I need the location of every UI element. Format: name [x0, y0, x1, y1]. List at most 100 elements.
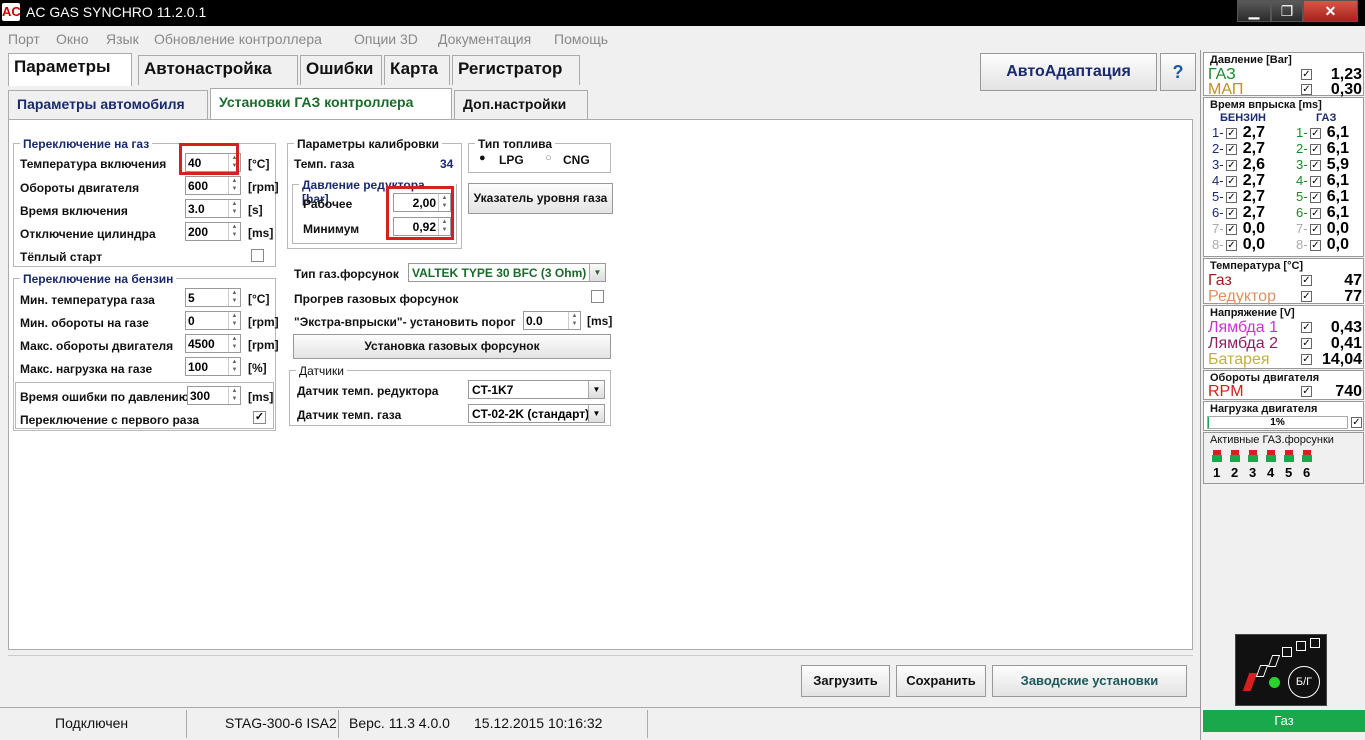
- gas-injector-checkbox[interactable]: ✓: [1310, 240, 1321, 252]
- pressure-error-time-input[interactable]: 300 ▲ ▼: [187, 386, 241, 405]
- tab-map[interactable]: Карта: [384, 55, 450, 85]
- load-button[interactable]: Загрузить: [801, 665, 890, 697]
- switch-time-input[interactable]: 3.0 ▲ ▼: [185, 199, 241, 218]
- info-button[interactable]: ?: [1160, 53, 1196, 91]
- tab-parameters[interactable]: Параметры: [8, 53, 132, 86]
- rpm-checkbox[interactable]: ✓: [1301, 386, 1312, 397]
- unit-ms: [ms]: [248, 390, 274, 404]
- injector-number: 7-: [1212, 221, 1224, 236]
- lambda1-checkbox[interactable]: ✓: [1301, 322, 1312, 333]
- tab-recorder[interactable]: Регистратор: [452, 55, 580, 85]
- petrol-injector-checkbox[interactable]: ✓: [1226, 208, 1237, 220]
- tab-extra-settings[interactable]: Доп.настройки: [454, 90, 588, 120]
- injector-type-select[interactable]: VALTEK TYPE 30 BFC (3 Ohm) ▼: [408, 263, 606, 282]
- petrol-injector-2: 2- ✓ 2,7: [1212, 140, 1292, 157]
- battery-label: Батарея: [1208, 351, 1270, 368]
- petrol-injector-value: 2,7: [1242, 140, 1265, 157]
- petrol-injector-checkbox[interactable]: ✓: [1226, 176, 1237, 188]
- factory-settings-button[interactable]: Заводские установки: [992, 665, 1187, 697]
- petrol-injector-checkbox[interactable]: ✓: [1226, 192, 1237, 204]
- gas-injector-checkbox[interactable]: ✓: [1310, 224, 1321, 236]
- petrol-injector-checkbox[interactable]: ✓: [1226, 240, 1237, 252]
- battery-checkbox[interactable]: ✓: [1301, 354, 1312, 365]
- label-switch-time: Время включения: [20, 204, 128, 218]
- injector-number: 3-: [1212, 157, 1224, 172]
- petrol-injector-value: 2,7: [1242, 204, 1265, 221]
- menu-options-3d[interactable]: Опции 3D: [354, 31, 418, 47]
- menu-language[interactable]: Язык: [106, 31, 139, 47]
- gas-temp-checkbox[interactable]: ✓: [1301, 275, 1312, 286]
- menu-port[interactable]: Порт: [8, 31, 40, 47]
- reducer-sensor-select[interactable]: CT-1K7 ▼: [468, 380, 605, 399]
- maximize-button[interactable]: ❐: [1271, 0, 1303, 22]
- tab-vehicle-params[interactable]: Параметры автомобиля: [8, 90, 208, 120]
- voltage-title: Напряжение [V]: [1210, 307, 1295, 319]
- map-pressure-label: МАП: [1208, 81, 1244, 98]
- tab-autotune[interactable]: Автонастройка: [138, 55, 298, 85]
- gas-injector-checkbox[interactable]: ✓: [1310, 192, 1321, 204]
- first-time-switch-checkbox[interactable]: ✓: [253, 411, 266, 424]
- menu-documentation[interactable]: Документация: [438, 31, 531, 47]
- petrol-injector-checkbox[interactable]: ✓: [1226, 144, 1237, 156]
- engine-load-box: Нагрузка двигателя 1% ✓: [1203, 401, 1364, 431]
- label-min-rpm-gas: Мин. обороты на газе: [20, 316, 149, 330]
- petrol-injector-checkbox[interactable]: ✓: [1226, 160, 1237, 172]
- label-injector-type: Тип газ.форсунок: [294, 267, 399, 281]
- label-min-gas-temp: Мин. температура газа: [20, 293, 155, 307]
- menu-window[interactable]: Окно: [56, 31, 89, 47]
- gas-injector-6: 6- ✓ 6,1: [1296, 205, 1364, 221]
- min-rpm-gas-input[interactable]: 0 ▲ ▼: [185, 311, 241, 330]
- injector-heating-checkbox[interactable]: [591, 290, 604, 303]
- map-pressure-checkbox[interactable]: ✓: [1301, 84, 1312, 95]
- menu-help[interactable]: Помощь: [554, 31, 608, 47]
- gas-injector-value: 0,0: [1326, 220, 1349, 237]
- gas-injector-checkbox[interactable]: ✓: [1310, 176, 1321, 188]
- min-gas-temp-input[interactable]: 5 ▲ ▼: [185, 288, 241, 307]
- pressure-box: Давление [Bar] ГАЗ ✓ 1,23 МАП ✓ 0,30: [1203, 52, 1364, 98]
- warm-start-checkbox[interactable]: [251, 249, 264, 262]
- max-load-gas-input[interactable]: 100 ▲ ▼: [185, 357, 241, 376]
- tab-errors[interactable]: Ошибки: [300, 55, 382, 85]
- petrol-injector-1: 1- ✓ 2,7: [1212, 125, 1292, 141]
- extra-injections-input[interactable]: 0.0 ▲ ▼: [523, 311, 581, 330]
- close-button[interactable]: ✕: [1303, 0, 1358, 22]
- engine-load-checkbox[interactable]: ✓: [1351, 417, 1362, 428]
- cylinder-off-input[interactable]: 200 ▲ ▼: [185, 222, 241, 241]
- unit-rpm: [rpm]: [248, 180, 279, 194]
- injector-number: 2-: [1212, 141, 1224, 156]
- gas-level-indicator-button[interactable]: Указатель уровня газа: [468, 183, 613, 214]
- highlight-box: [386, 186, 454, 240]
- rpm-label: RPM: [1208, 383, 1244, 400]
- injector-number: 4-: [1212, 173, 1224, 188]
- radio-cng-icon[interactable]: ○: [545, 152, 552, 164]
- engine-rpm-input[interactable]: 600 ▲ ▼: [185, 176, 241, 195]
- menu-bar: Порт Окно Язык Обновление контроллера Оп…: [0, 28, 1200, 50]
- gas-sensor-select[interactable]: CT-02-2K (стандарт) ▼: [468, 404, 605, 423]
- gas-petrol-switch[interactable]: Б/Г: [1235, 634, 1327, 706]
- max-engine-rpm-input[interactable]: 4500 ▲ ▼: [185, 334, 241, 353]
- petrol-injector-checkbox[interactable]: ✓: [1226, 128, 1237, 140]
- gas-injector-value: 0,0: [1326, 236, 1349, 253]
- label-cylinder-off: Отключение цилиндра: [20, 227, 156, 241]
- save-button[interactable]: Сохранить: [896, 665, 986, 697]
- menu-update-controller[interactable]: Обновление контроллера: [154, 31, 322, 47]
- auto-adaptation-button[interactable]: АвтоАдаптация: [980, 53, 1157, 91]
- petrol-injector-value: 2,7: [1242, 172, 1265, 189]
- rpm-value: 740: [1335, 383, 1362, 400]
- gas-injector-checkbox[interactable]: ✓: [1310, 160, 1321, 172]
- gas-injector-checkbox[interactable]: ✓: [1310, 128, 1321, 140]
- gas-injector-setup-button[interactable]: Установка газовых форсунок: [293, 334, 611, 359]
- injector-active-number: 3: [1249, 465, 1257, 480]
- reducer-temp-checkbox[interactable]: ✓: [1301, 291, 1312, 302]
- tab-gas-controller-settings[interactable]: Установки ГАЗ контроллера: [210, 88, 452, 120]
- gas-injector-checkbox[interactable]: ✓: [1310, 144, 1321, 156]
- petrol-injector-checkbox[interactable]: ✓: [1226, 224, 1237, 236]
- minimize-button[interactable]: ▁: [1237, 0, 1271, 22]
- lambda2-checkbox[interactable]: ✓: [1301, 338, 1312, 349]
- gas-pressure-checkbox[interactable]: ✓: [1301, 69, 1312, 80]
- rpm-box: Обороты двигателя RPM ✓ 740: [1203, 370, 1364, 400]
- gas-injector-checkbox[interactable]: ✓: [1310, 208, 1321, 220]
- gas-injector-3: 3- ✓ 5,9: [1296, 157, 1364, 173]
- radio-lpg-icon[interactable]: ●: [479, 152, 486, 164]
- gas-injector-5: 5- ✓ 6,1: [1296, 189, 1364, 205]
